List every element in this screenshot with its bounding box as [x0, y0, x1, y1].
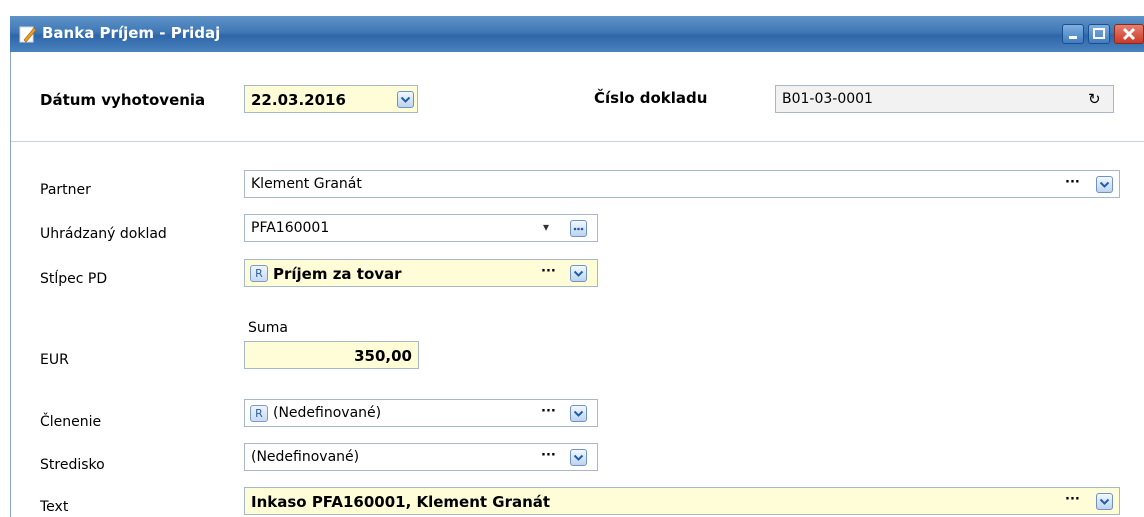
paid-doc-value: PFA160001 — [251, 220, 330, 236]
ellipsis-icon — [573, 227, 584, 231]
column-r-badge: R — [250, 265, 268, 282]
center-more-icon[interactable]: ··· — [541, 448, 556, 463]
maximize-icon — [1093, 28, 1105, 39]
text-more-icon[interactable]: ··· — [1065, 492, 1080, 507]
text-label: Text — [40, 499, 69, 515]
chevron-down-icon — [400, 96, 411, 103]
docnum-label: Číslo dokladu — [594, 89, 708, 107]
currency-label: EUR — [40, 352, 69, 368]
partner-more-icon[interactable]: ··· — [1065, 175, 1080, 190]
chevron-down-icon — [1099, 498, 1110, 505]
division-label: Členenie — [40, 414, 102, 430]
text-dropdown-button[interactable] — [1096, 493, 1113, 510]
chevron-down-icon — [573, 454, 584, 461]
chevron-down-icon — [1099, 181, 1110, 188]
center-dropdown-button[interactable] — [570, 449, 587, 466]
column-field[interactable]: R Príjem za tovar ··· — [244, 259, 598, 287]
column-more-icon[interactable]: ··· — [541, 264, 556, 279]
column-value: Príjem za tovar — [273, 265, 402, 283]
date-value: 22.03.2016 — [251, 91, 346, 109]
refresh-icon[interactable]: ↻ — [1088, 90, 1101, 108]
sum-value: 350,00 — [354, 347, 412, 365]
date-label: Dátum vyhotovenia — [40, 91, 206, 109]
paid-doc-field[interactable]: PFA160001 ▾ — [244, 214, 598, 242]
sum-field[interactable]: 350,00 — [244, 341, 419, 369]
window-title: Banka Príjem - Pridaj — [42, 24, 221, 42]
chevron-down-icon — [573, 410, 584, 417]
column-dropdown-button[interactable] — [570, 265, 587, 282]
close-button[interactable] — [1114, 24, 1144, 44]
date-dropdown-button[interactable] — [397, 91, 414, 108]
partner-dropdown-button[interactable] — [1096, 176, 1113, 193]
text-value: Inkaso PFA160001, Klement Granát — [251, 493, 551, 511]
minimize-button[interactable] — [1062, 24, 1084, 44]
division-r-badge: R — [250, 405, 268, 422]
close-icon — [1122, 27, 1136, 41]
center-label: Stredisko — [40, 457, 105, 473]
chevron-down-icon — [573, 270, 584, 277]
center-value: (Nedefinované) — [251, 449, 360, 465]
division-field[interactable]: R (Nedefinované) ··· — [244, 399, 598, 427]
docnum-value: B01-03-0001 — [782, 91, 873, 107]
minimize-icon — [1069, 36, 1077, 39]
partner-field[interactable]: Klement Granát ··· — [244, 170, 1120, 198]
paid-doc-browse-button[interactable] — [570, 220, 587, 237]
paid-doc-label: Uhrádzaný doklad — [40, 226, 167, 242]
division-dropdown-button[interactable] — [570, 405, 587, 422]
sum-header: Suma — [248, 320, 288, 336]
app-pencil-icon — [19, 26, 37, 43]
column-label: Stĺpec PD — [40, 271, 108, 287]
partner-value: Klement Granát — [251, 176, 362, 192]
header-divider — [11, 141, 1144, 142]
center-field[interactable]: (Nedefinované) ··· — [244, 443, 598, 471]
date-field[interactable]: 22.03.2016 — [244, 85, 418, 113]
window-titlebar[interactable]: Banka Príjem - Pridaj — [10, 16, 1144, 52]
caret-down-icon[interactable]: ▾ — [543, 220, 549, 234]
partner-label: Partner — [40, 182, 91, 198]
division-more-icon[interactable]: ··· — [541, 404, 556, 419]
maximize-button[interactable] — [1088, 24, 1110, 44]
division-value: (Nedefinované) — [273, 405, 382, 421]
text-field[interactable]: Inkaso PFA160001, Klement Granát ··· — [244, 487, 1120, 515]
docnum-field[interactable]: B01-03-0001 ↻ — [775, 85, 1114, 113]
